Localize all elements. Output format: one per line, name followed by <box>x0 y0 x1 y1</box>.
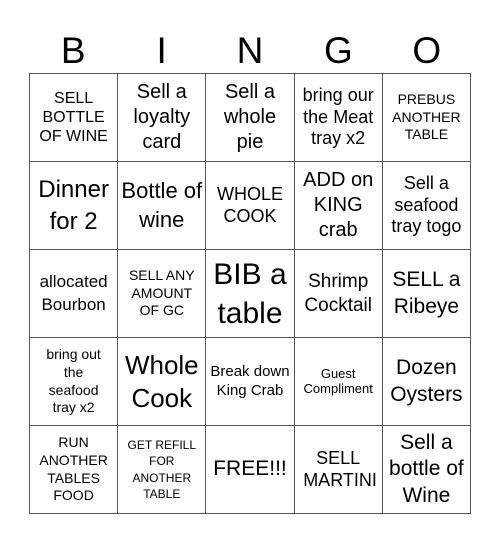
bingo-header: B I N G O <box>29 28 471 73</box>
bingo-cell[interactable]: SELL ANY AMOUNT OF GC <box>118 250 207 338</box>
cell-label: Guest Compliment <box>303 365 373 396</box>
cell-label: Sell a seafood tray togo <box>391 173 462 237</box>
cell-label: bring out the seafood tray x2 <box>46 345 101 416</box>
free-space-cell[interactable]: FREE!!! <box>206 426 295 514</box>
bingo-cell[interactable]: Guest Compliment <box>294 338 383 426</box>
bingo-cell[interactable]: Dinner for 2 <box>30 162 119 250</box>
cell-label: Dinner for 2 <box>38 176 109 235</box>
bingo-cell[interactable]: Break down King Crab <box>206 338 295 426</box>
bingo-grid: SELL BOTTLE OF WINE Sell a loyalty card … <box>29 73 471 514</box>
cell-label: Break down King Crab <box>210 362 290 399</box>
cell-label: Whole Cook <box>124 350 199 413</box>
cell-label: Sell a loyalty card <box>133 81 191 153</box>
bingo-cell[interactable]: bring out the seafood tray x2 <box>30 338 119 426</box>
cell-label: Dozen Oysters <box>390 356 463 406</box>
bingo-cell[interactable]: SELL MARTINI <box>294 426 383 514</box>
cell-label: Sell a whole pie <box>223 81 277 153</box>
bingo-cell[interactable]: Bottle of wine <box>118 162 207 250</box>
bingo-cell[interactable]: ADD on KING crab <box>294 162 383 250</box>
bingo-cell[interactable]: PREBUS ANOTHER TABLE <box>382 74 471 162</box>
bingo-cell[interactable]: Whole Cook <box>118 338 207 426</box>
bingo-cell[interactable]: bring our the Meat tray x2 <box>294 74 383 162</box>
bingo-cell[interactable]: WHOLE COOK <box>206 162 295 250</box>
bingo-cell[interactable]: Dozen Oysters <box>382 338 471 426</box>
bingo-cell[interactable]: Sell a seafood tray togo <box>382 162 471 250</box>
bingo-cell[interactable]: GET REFILL FOR ANOTHER TABLE <box>118 426 207 514</box>
cell-label: FREE!!! <box>213 457 287 481</box>
header-letter-b: B <box>60 30 86 71</box>
cell-label: SELL a Ribeye <box>392 268 461 318</box>
bingo-cell[interactable]: Sell a bottle of Wine <box>382 426 471 514</box>
bingo-cell[interactable]: SELL BOTTLE OF WINE <box>30 74 119 162</box>
cell-label: Shrimp Cocktail <box>304 270 372 316</box>
bingo-cell[interactable]: BIB a table <box>206 250 295 338</box>
cell-label: SELL BOTTLE OF WINE <box>39 89 108 146</box>
bingo-cell[interactable]: Sell a loyalty card <box>118 74 207 162</box>
header-letter-i: I <box>156 30 167 71</box>
bingo-cell[interactable]: Sell a whole pie <box>206 74 295 162</box>
bingo-cell[interactable]: SELL a Ribeye <box>382 250 471 338</box>
cell-label: PREBUS ANOTHER TABLE <box>392 90 461 143</box>
cell-label: WHOLE COOK <box>216 183 283 226</box>
bingo-cell[interactable]: allocated Bourbon <box>30 250 119 338</box>
cell-label: allocated Bourbon <box>39 272 108 314</box>
cell-label: RUN ANOTHER TABLES FOOD <box>39 433 108 504</box>
header-letter-g: G <box>324 30 353 71</box>
cell-label: SELL MARTINI <box>303 447 377 490</box>
cell-label: Bottle of wine <box>121 177 203 232</box>
header-letter-o: O <box>412 30 442 71</box>
bingo-cell[interactable]: RUN ANOTHER TABLES FOOD <box>30 426 119 514</box>
cell-label: BIB a table <box>213 257 287 330</box>
bingo-cell[interactable]: Shrimp Cocktail <box>294 250 383 338</box>
cell-label: GET REFILL FOR ANOTHER TABLE <box>127 438 197 501</box>
cell-label: SELL ANY AMOUNT OF GC <box>128 266 195 319</box>
header-letter-n: N <box>236 30 264 71</box>
cell-label: ADD on KING crab <box>303 169 374 241</box>
cell-label: Sell a bottle of Wine <box>389 431 464 507</box>
cell-label: bring our the Meat tray x2 <box>302 85 374 149</box>
